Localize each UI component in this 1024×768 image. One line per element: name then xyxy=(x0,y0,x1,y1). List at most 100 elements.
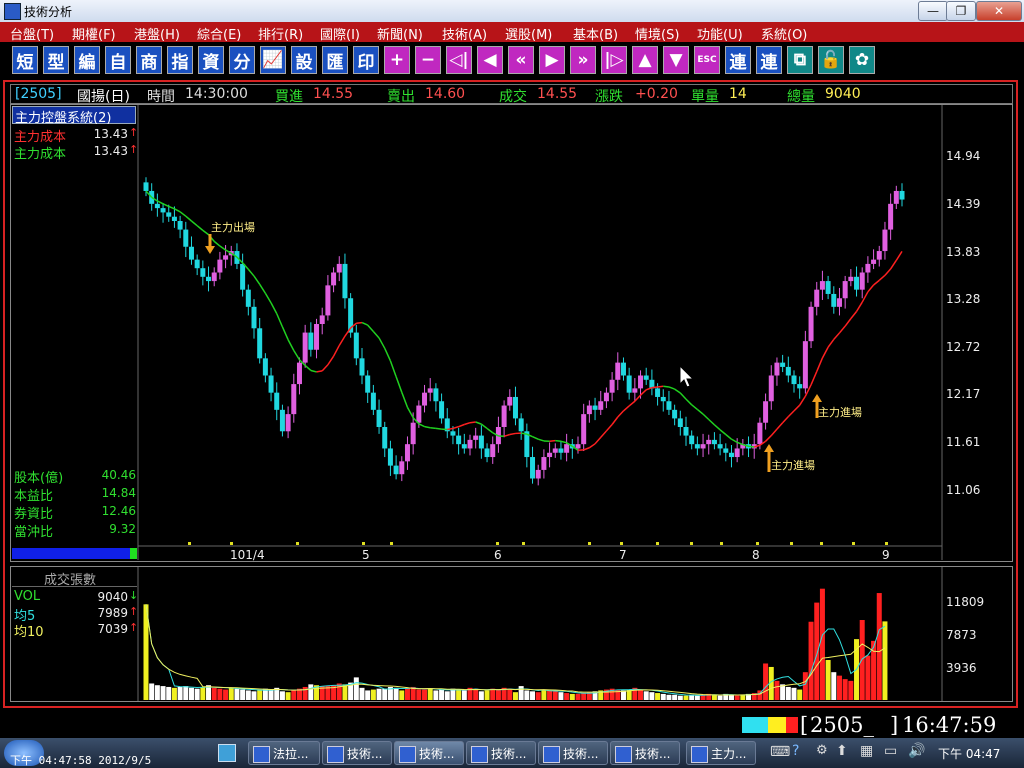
date-marker xyxy=(296,542,299,545)
cost-line-segment xyxy=(447,427,454,431)
status-color-block xyxy=(768,717,786,733)
candle-body xyxy=(791,375,797,385)
chart-app-icon xyxy=(399,746,416,763)
quicklaunch-icon[interactable] xyxy=(218,744,236,762)
network-icon[interactable]: ▦ xyxy=(860,743,873,759)
cost-line-segment xyxy=(480,423,488,430)
candle-body xyxy=(871,259,877,264)
task-button[interactable]: 技術... xyxy=(322,741,392,765)
cost-line-segment xyxy=(475,421,482,425)
candle-body xyxy=(427,388,433,393)
candle-body xyxy=(262,358,268,376)
candle-body xyxy=(854,276,860,290)
cost-line-segment xyxy=(157,200,164,205)
chart-app-icon xyxy=(543,746,560,763)
candle-body xyxy=(603,392,609,402)
candle-body xyxy=(814,289,820,307)
candle-body xyxy=(564,444,570,453)
candle-body xyxy=(666,401,672,410)
task-button[interactable]: 技術... xyxy=(610,741,680,765)
date-marker xyxy=(820,542,823,545)
candle-body xyxy=(279,409,285,432)
cost-line-segment xyxy=(617,410,625,418)
cost-line-segment xyxy=(594,436,602,445)
task-label: 技術... xyxy=(635,747,671,761)
candle-body xyxy=(694,444,700,449)
candle-body xyxy=(206,276,212,282)
cost-line-segment xyxy=(748,445,755,448)
price-ytick: 13.83 xyxy=(946,244,981,259)
cost-line-segment xyxy=(395,376,403,393)
candle-body xyxy=(223,255,229,260)
cost-line-segment xyxy=(770,428,778,437)
volume-icon[interactable]: 🔊 xyxy=(908,743,925,759)
cost-line-segment xyxy=(509,432,516,436)
cost-line-segment xyxy=(367,324,374,333)
cost-line-segment xyxy=(731,438,738,444)
settings-icon[interactable]: ⚙ xyxy=(816,743,828,758)
cost-line-segment xyxy=(884,268,892,276)
help-icon[interactable]: ? xyxy=(792,743,799,759)
volume-ytick: 3936 xyxy=(946,661,977,675)
status-bar: [ 2505_ ] 16:47:59 xyxy=(0,712,1024,738)
candle-body xyxy=(376,409,382,427)
cost-line-segment xyxy=(793,404,801,412)
cost-line-segment xyxy=(787,410,795,418)
cost-line-segment xyxy=(247,268,255,277)
candle-body xyxy=(620,362,626,376)
cost-line-segment xyxy=(270,302,278,314)
volume-ytick: 11809 xyxy=(946,595,985,609)
candle-body xyxy=(888,203,894,230)
task-button-active[interactable]: 技術... xyxy=(394,741,464,765)
cost-line-segment xyxy=(532,435,539,440)
cost-line-segment xyxy=(622,405,630,412)
task-button[interactable]: 技術... xyxy=(466,741,536,765)
monitor-icon[interactable]: ▭ xyxy=(884,743,897,759)
date-marker xyxy=(756,542,759,545)
cost-line-segment xyxy=(389,360,397,377)
candle-body xyxy=(808,306,814,342)
status-symbol[interactable]: 2505_ xyxy=(810,713,874,737)
cost-line-segment xyxy=(304,364,312,372)
arrow-up-icon[interactable]: ⬆ xyxy=(836,743,848,759)
candle-body xyxy=(484,448,490,458)
cost-line-segment xyxy=(878,274,886,281)
candle-body xyxy=(291,384,297,415)
task-button[interactable]: 主力... xyxy=(686,741,756,765)
candle-body xyxy=(268,375,274,393)
status-bracket: ] xyxy=(890,713,899,737)
cost-line-segment xyxy=(645,386,653,391)
volume-panel[interactable] xyxy=(10,566,1013,702)
cost-line-segment xyxy=(890,259,897,270)
cost-line-segment xyxy=(827,338,835,348)
cost-line-segment xyxy=(430,426,436,430)
candle-body xyxy=(314,324,320,350)
keyboard-icon[interactable]: ⌨ xyxy=(770,744,790,760)
candle-body xyxy=(541,457,547,470)
cost-line-segment xyxy=(424,425,431,429)
cost-line-segment xyxy=(685,398,693,406)
candle-body xyxy=(365,375,371,393)
candle-body xyxy=(439,401,445,419)
candle-body xyxy=(217,259,223,273)
candle-body xyxy=(359,358,365,376)
cost-line-segment xyxy=(162,203,170,208)
tray-clock: 下午 04:47 xyxy=(938,747,1001,761)
cost-line-segment xyxy=(202,229,209,236)
candle-body xyxy=(336,263,342,273)
cost-line-segment xyxy=(611,416,619,425)
window-app-icon xyxy=(691,746,708,763)
cost-line-segment xyxy=(657,385,664,388)
cost-line-segment xyxy=(628,400,636,407)
cost-line-segment xyxy=(486,427,494,434)
cost-line-segment xyxy=(219,245,227,251)
cost-line-segment xyxy=(276,313,284,328)
candle-body xyxy=(399,461,405,475)
candle-body xyxy=(638,375,644,389)
cost-line-segment xyxy=(196,225,204,231)
candle-body xyxy=(700,444,706,449)
cost-line-segment xyxy=(605,424,613,432)
candle-body xyxy=(677,418,683,427)
task-button[interactable]: 法拉... xyxy=(248,741,320,765)
task-button[interactable]: 技術... xyxy=(538,741,608,765)
